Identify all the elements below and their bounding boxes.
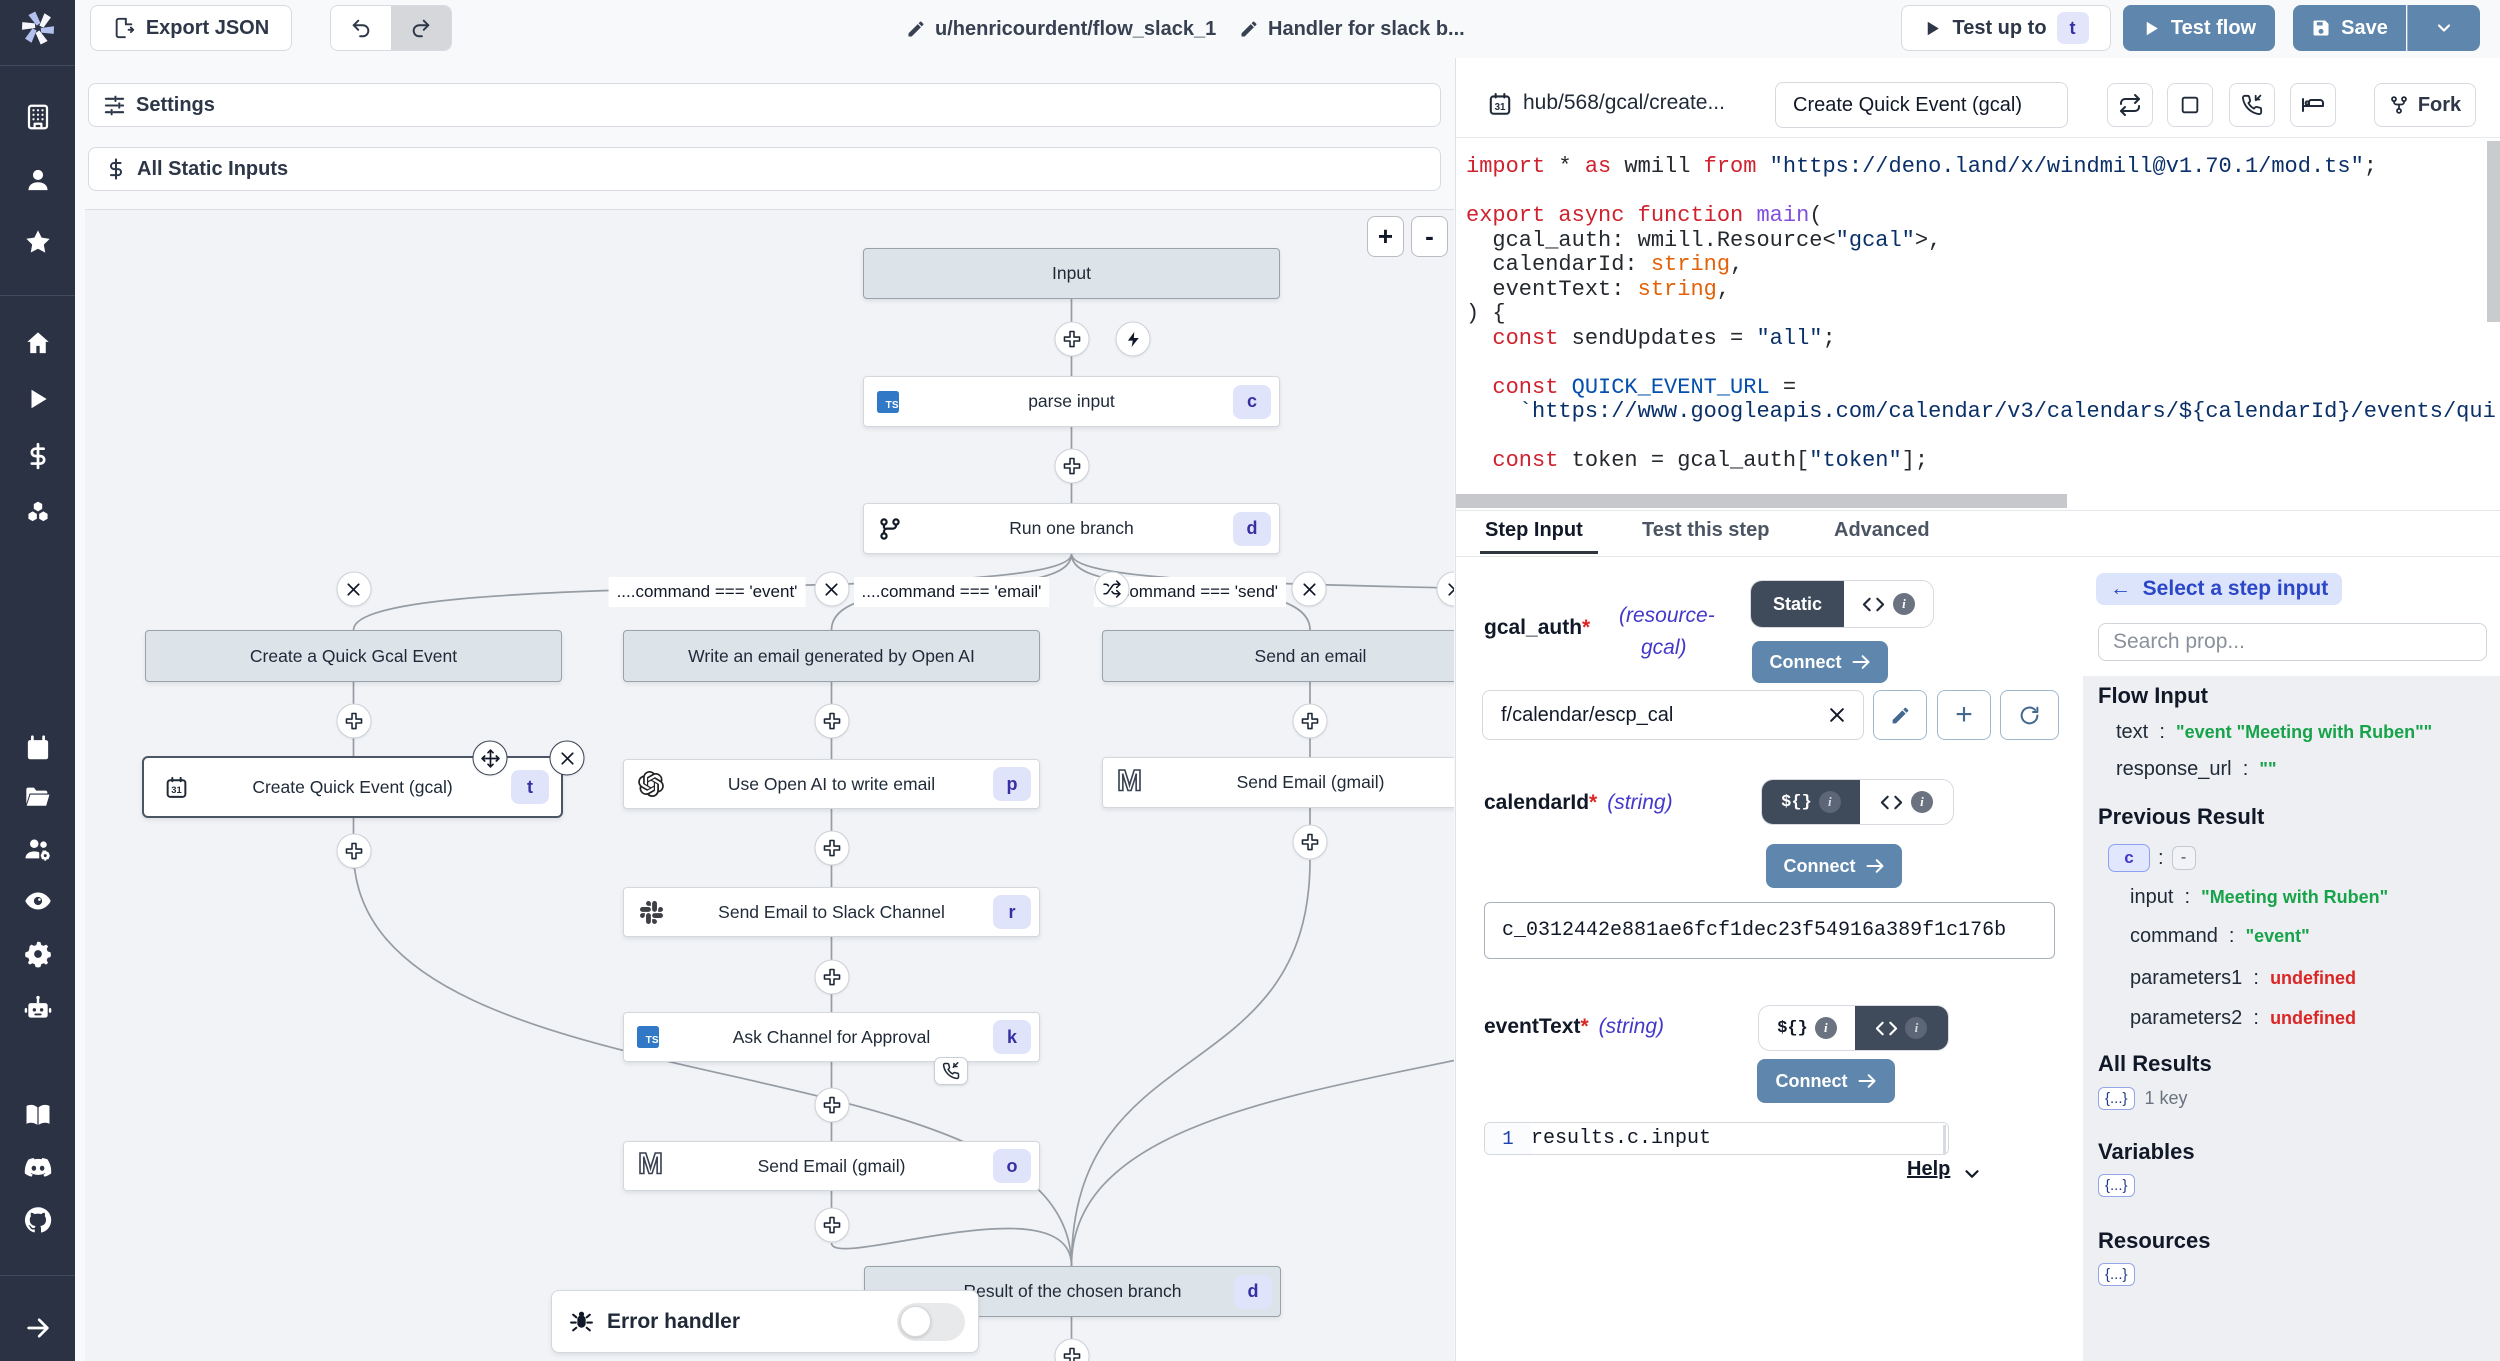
svg-text:TS: TS	[646, 1035, 659, 1046]
svg-text:31: 31	[1495, 102, 1506, 113]
svg-text:TS: TS	[886, 399, 899, 410]
svg-text:31: 31	[171, 785, 181, 795]
